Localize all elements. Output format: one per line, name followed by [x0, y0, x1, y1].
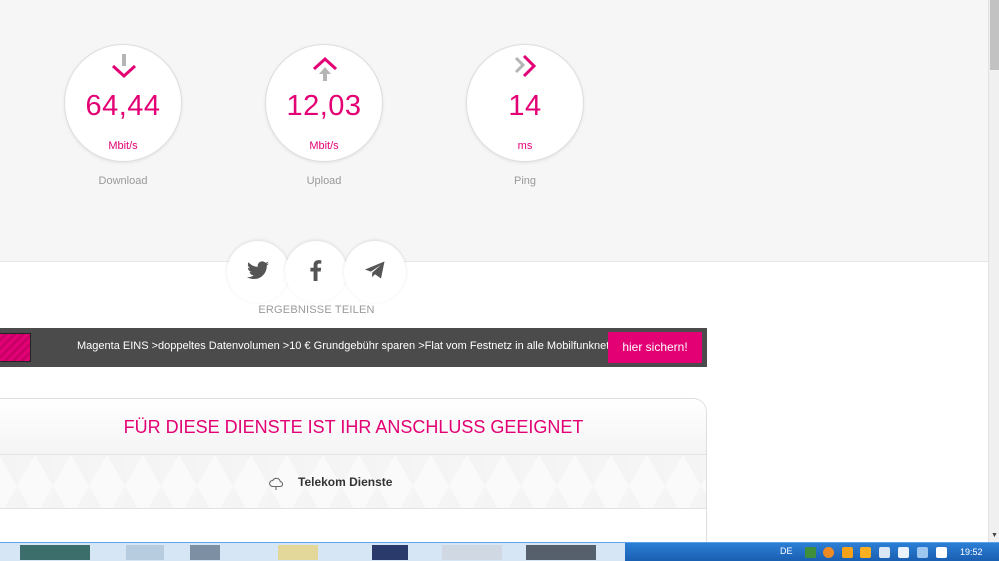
twitter-icon	[247, 261, 269, 280]
share-facebook-button[interactable]	[285, 241, 347, 303]
service-row-telekom[interactable]: Telekom Dienste	[0, 455, 706, 509]
tray-clock[interactable]: 19:52	[960, 547, 983, 557]
chevron-right-double-icon	[514, 54, 537, 78]
tray-app-icon[interactable]	[823, 547, 834, 558]
download-value: 64,44	[85, 90, 161, 122]
promo-cta-button[interactable]: hier sichern!	[608, 332, 702, 363]
facebook-icon	[310, 260, 322, 281]
tray-display-icon[interactable]	[917, 547, 928, 558]
upload-value: 12,03	[286, 90, 362, 122]
taskbar-app-thumbnail[interactable]	[190, 545, 220, 560]
tray-network-icon[interactable]	[898, 547, 909, 558]
scrollbar-thumb[interactable]	[990, 0, 999, 70]
tray-volume-icon[interactable]	[879, 547, 890, 558]
telegram-icon	[365, 261, 385, 279]
tray-nvidia-icon[interactable]	[805, 547, 816, 558]
taskbar-wallpaper-strip	[0, 543, 625, 561]
ping-gauge: 14 ms	[466, 44, 584, 162]
ping-unit: ms	[517, 140, 533, 152]
share-telegram-button[interactable]	[344, 241, 406, 303]
cloud-icon	[269, 477, 284, 490]
download-unit: Mbit/s	[108, 140, 138, 152]
promo-banner: Magenta EINS >doppeltes Datenvolumen >10…	[0, 328, 707, 367]
arrow-down-icon	[111, 54, 137, 79]
services-card: FÜR DIESE DIENSTE IST IHR ANSCHLUSS GEEI…	[0, 398, 707, 558]
services-card-header: FÜR DIESE DIENSTE IST IHR ANSCHLUSS GEEI…	[0, 399, 706, 455]
promo-text: Magenta EINS >doppeltes Datenvolumen >10…	[77, 340, 621, 352]
upload-gauge: 12,03 Mbit/s	[265, 44, 383, 162]
arrow-up-icon	[312, 56, 338, 81]
taskbar-app-thumbnail[interactable]	[372, 545, 408, 560]
taskbar-app-thumbnail[interactable]	[442, 545, 502, 560]
tray-app-icon-2[interactable]	[842, 547, 853, 558]
upload-unit: Mbit/s	[309, 140, 339, 152]
tray-language-indicator[interactable]: DE	[780, 546, 793, 556]
promo-stripe-decoration	[0, 333, 31, 362]
ping-value: 14	[508, 90, 542, 122]
download-label: Download	[98, 175, 148, 187]
ping-label: Ping	[513, 175, 537, 187]
service-row-label: Telekom Dienste	[298, 475, 393, 489]
share-twitter-button[interactable]	[227, 241, 289, 303]
taskbar-app-thumbnail[interactable]	[526, 545, 596, 560]
share-results-label: ERGEBNISSE TEILEN	[258, 304, 375, 316]
page-scrollbar[interactable]: ▼	[988, 0, 999, 542]
tray-action-center-flag-icon[interactable]	[936, 547, 947, 558]
tray-speaker-warning-icon[interactable]	[860, 547, 871, 558]
taskbar-app-thumbnail[interactable]	[20, 545, 90, 560]
taskbar-app-thumbnail[interactable]	[278, 545, 318, 560]
scroll-down-arrow[interactable]: ▼	[990, 530, 999, 542]
download-gauge: 64,44 Mbit/s	[64, 44, 182, 162]
os-taskbar: DE 19:52	[0, 542, 999, 561]
taskbar-app-thumbnail[interactable]	[126, 545, 164, 560]
upload-label: Upload	[306, 175, 342, 187]
services-title: FÜR DIESE DIENSTE IST IHR ANSCHLUSS GEEI…	[123, 417, 584, 437]
